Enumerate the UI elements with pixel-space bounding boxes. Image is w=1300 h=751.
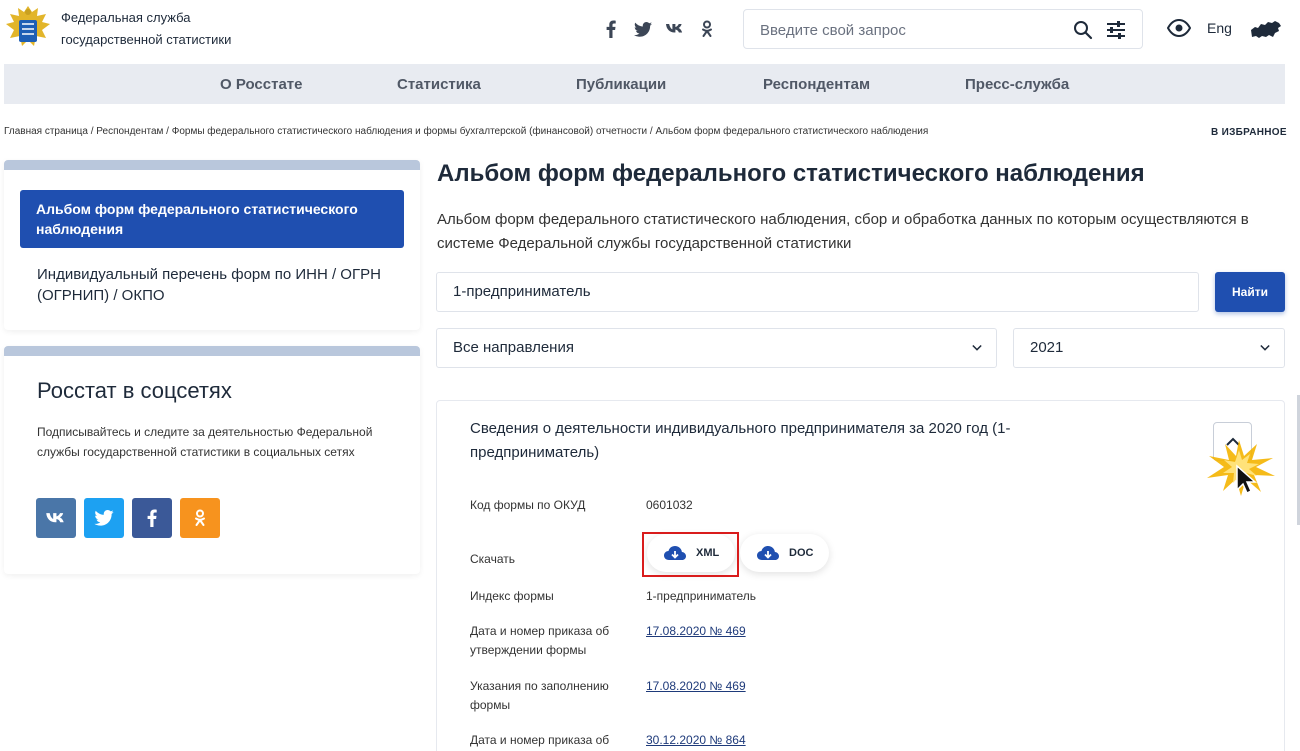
language-switch[interactable]: Eng [1207, 20, 1232, 36]
site-name[interactable]: Федеральная служба государственной стати… [61, 7, 281, 51]
chevron-down-icon [972, 344, 982, 351]
sidebar-item-individual-list[interactable]: Индивидуальный перечень форм по ИНН / ОГ… [37, 264, 387, 306]
click-burst-cursor-icon [1207, 440, 1275, 496]
sidebar-menu: Альбом форм федерального статистического… [4, 160, 420, 330]
order-link[interactable]: 17.08.2020 № 469 [646, 624, 746, 638]
facebook-icon [147, 509, 157, 527]
breadcrumb[interactable]: Главная страница / Респондентам / Формы … [4, 126, 1004, 137]
rosstat-emblem-icon[interactable] [4, 2, 52, 56]
page-title: Альбом форм федерального статистического… [437, 160, 1145, 187]
nav-item-press[interactable]: Пресс-служба [965, 76, 1069, 93]
odnoklassniki-icon[interactable] [696, 18, 718, 40]
social-card: Росстат в соцсетях Подписывайтесь и след… [4, 346, 420, 574]
form-card: Сведения о деятельности индивидуального … [436, 400, 1285, 751]
twitter-button[interactable] [84, 498, 124, 538]
form-card-title[interactable]: Сведения о деятельности индивидуального … [470, 417, 1110, 465]
direction-select-value: Все направления [453, 339, 574, 356]
add-to-favorites-link[interactable]: В ИЗБРАННОЕ [1211, 127, 1287, 138]
social-title: Росстат в соцсетях [37, 378, 232, 403]
form-search-input[interactable]: 1-предприниматель [436, 272, 1199, 312]
nav-item-about[interactable]: О Росстате [220, 76, 303, 93]
cloud-download-icon [757, 546, 779, 560]
main-nav: О Росстате Статистика Публикации Респонд… [4, 64, 1285, 104]
nav-item-respondents[interactable]: Респондентам [763, 76, 870, 93]
site-name-line1: Федеральная служба [61, 10, 191, 25]
instructions-link[interactable]: 17.08.2020 № 469 [646, 679, 746, 693]
find-button[interactable]: Найти [1215, 272, 1285, 312]
social-card-topbar [4, 346, 420, 356]
search-box[interactable] [743, 9, 1143, 49]
social-description: Подписывайтесь и следите за деятельность… [37, 425, 373, 459]
okud-value: 0601032 [646, 498, 693, 512]
facebook-button[interactable] [132, 498, 172, 538]
twitter-icon [94, 510, 114, 526]
russia-map-icon[interactable] [1250, 18, 1282, 38]
index-value: 1-предприниматель [646, 589, 757, 603]
page-description: Альбом форм федерального статистического… [437, 211, 1249, 252]
search-icon[interactable] [1073, 20, 1093, 40]
doc-label: DOC [789, 547, 814, 559]
okud-label: Код формы по ОКУД [470, 498, 586, 512]
nav-item-publications[interactable]: Публикации [576, 76, 666, 93]
sidebar-menu-topbar [4, 160, 420, 170]
accessibility-eye-icon[interactable] [1167, 19, 1191, 37]
site-name-line2: государственной статистики [61, 32, 232, 47]
sidebar-item-album[interactable]: Альбом форм федерального статистического… [20, 190, 404, 248]
order-label: Дата и номер приказа об утверждении форм… [470, 624, 610, 657]
filter-settings-icon[interactable] [1105, 20, 1127, 40]
xml-highlight-box [642, 532, 739, 577]
year-select-value: 2021 [1030, 339, 1064, 356]
odnoklassniki-icon [195, 509, 205, 526]
vk-icon[interactable] [664, 18, 686, 40]
vk-icon [46, 512, 64, 522]
direction-select[interactable]: Все направления [436, 328, 997, 368]
download-label: Скачать [470, 552, 515, 566]
nav-item-statistics[interactable]: Статистика [397, 76, 481, 93]
facebook-icon[interactable] [600, 18, 622, 40]
download-doc-button[interactable]: DOC [740, 534, 830, 572]
vk-button[interactable] [36, 498, 76, 538]
order2-link[interactable]: 30.12.2020 № 864 [646, 733, 746, 747]
twitter-icon[interactable] [632, 18, 654, 40]
instructions-label: Указания по заполнению формы [470, 679, 609, 712]
year-select[interactable]: 2021 [1013, 328, 1285, 368]
chevron-down-icon [1260, 344, 1270, 351]
odnoklassniki-button[interactable] [180, 498, 220, 538]
order2-label: Дата и номер приказа об [470, 733, 610, 747]
search-input[interactable] [760, 20, 1050, 40]
index-label: Индекс формы [470, 589, 554, 603]
